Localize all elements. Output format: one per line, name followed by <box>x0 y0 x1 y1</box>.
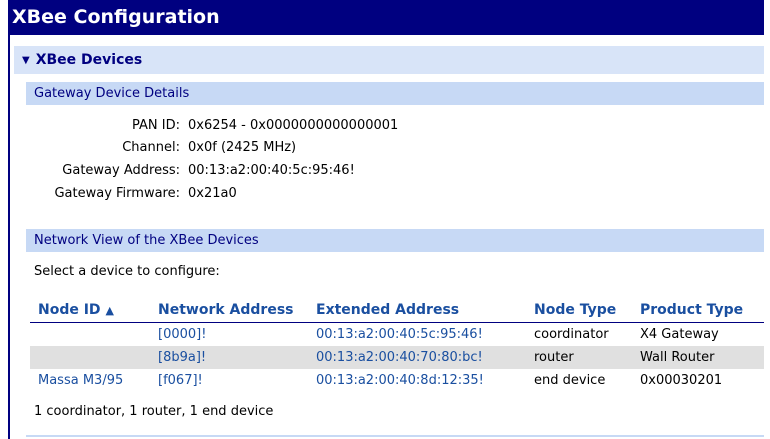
bottom-divider <box>26 435 764 437</box>
network-address-link[interactable]: [8b9a]! <box>150 346 308 369</box>
triangle-down-icon: ▼ <box>22 55 30 66</box>
pan-id-row: PAN ID: 0x6254 - 0x0000000000000001 <box>30 116 398 136</box>
sort-ascending-icon: ▲ <box>105 304 114 317</box>
node-type-cell: router <box>526 346 632 369</box>
device-summary: 1 coordinator, 1 router, 1 end device <box>34 404 274 419</box>
column-header-extended-address[interactable]: Extended Address <box>308 298 526 323</box>
product-type-cell: X4 Gateway <box>640 327 719 342</box>
gateway-firmware-value: 0x21a0 <box>188 186 237 201</box>
channel-row: Channel: 0x0f (2425 MHz) <box>30 138 296 158</box>
gateway-address-row: Gateway Address: 00:13:a2:00:40:5c:95:46! <box>30 161 355 181</box>
page-title: XBee Configuration <box>8 0 764 35</box>
node-id-link[interactable]: Massa M3/95 <box>30 369 150 392</box>
pan-id-label: PAN ID: <box>132 118 180 133</box>
network-view-header: Network View of the XBee Devices <box>26 229 764 252</box>
gateway-firmware-row: Gateway Firmware: 0x21a0 <box>30 184 237 204</box>
node-id-header-label: Node ID <box>38 302 101 318</box>
node-type-cell: coordinator <box>534 327 609 342</box>
devices-table: Node ID ▲ Network Address Extended Addre… <box>30 298 764 392</box>
section-xbee-devices-toggle[interactable]: ▼ XBee Devices <box>14 46 764 74</box>
table-header-row: Node ID ▲ Network Address Extended Addre… <box>30 298 764 323</box>
product-type-cell: Wall Router <box>632 346 764 369</box>
network-address-link[interactable]: [f067]! <box>150 369 308 392</box>
gateway-address-value: 00:13:a2:00:40:5c:95:46! <box>188 163 355 178</box>
frame-border <box>8 35 10 439</box>
gateway-details-header: Gateway Device Details <box>26 82 764 105</box>
channel-value: 0x0f (2425 MHz) <box>188 140 297 155</box>
section-label: XBee Devices <box>35 52 143 68</box>
node-id-cell[interactable] <box>30 346 150 369</box>
column-header-node-id[interactable]: Node ID ▲ <box>30 298 150 323</box>
table-row[interactable]: [8b9a]! 00:13:a2:00:40:70:80:bc! router … <box>30 346 764 369</box>
table-row[interactable]: Massa M3/95 [f067]! 00:13:a2:00:40:8d:12… <box>30 369 764 392</box>
table-row[interactable]: [0000]! 00:13:a2:00:40:5c:95:46! coordin… <box>30 323 764 347</box>
network-address-link[interactable]: [0000]! <box>150 323 308 347</box>
product-type-cell: 0x00030201 <box>640 373 723 388</box>
select-device-prompt: Select a device to configure: <box>34 264 220 279</box>
node-type-cell: end device <box>534 373 606 388</box>
gateway-firmware-label: Gateway Firmware: <box>54 186 180 201</box>
node-id-cell[interactable] <box>30 323 150 347</box>
pan-id-value: 0x6254 - 0x0000000000000001 <box>188 118 399 133</box>
column-header-product-type[interactable]: Product Type <box>632 298 764 323</box>
extended-address-link[interactable]: 00:13:a2:00:40:8d:12:35! <box>308 369 526 392</box>
extended-address-link[interactable]: 00:13:a2:00:40:70:80:bc! <box>308 346 526 369</box>
column-header-network-address[interactable]: Network Address <box>150 298 308 323</box>
extended-address-link[interactable]: 00:13:a2:00:40:5c:95:46! <box>308 323 526 347</box>
channel-label: Channel: <box>122 140 180 155</box>
column-header-node-type[interactable]: Node Type <box>526 298 632 323</box>
gateway-address-label: Gateway Address: <box>62 163 180 178</box>
